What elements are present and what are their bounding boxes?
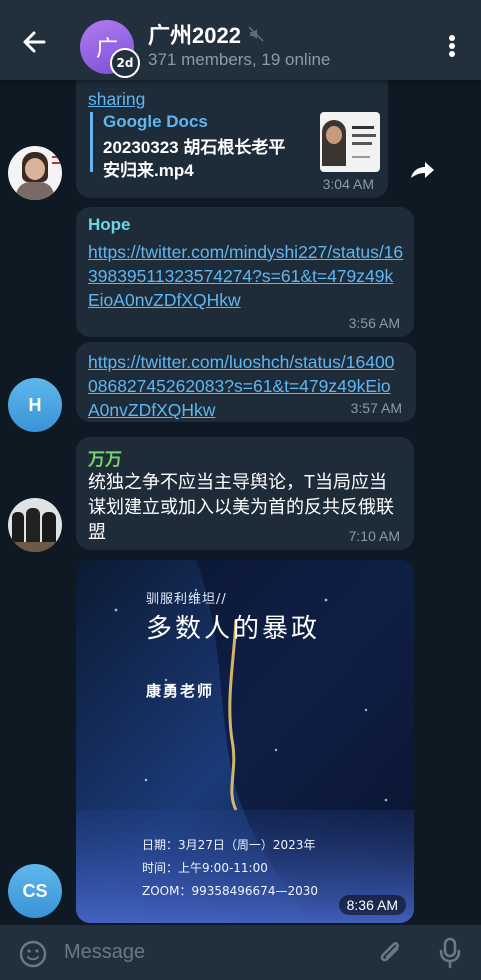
message-link[interactable]: https://twitter.com/mindyshi227/status/1… <box>88 240 404 312</box>
chat-title[interactable]: 广州2022 <box>148 18 241 50</box>
back-arrow-icon[interactable] <box>16 24 52 60</box>
sender-avatar-photo[interactable] <box>8 146 62 200</box>
sender-avatar-photo[interactable] <box>8 498 62 552</box>
message-input[interactable]: Message <box>64 941 145 964</box>
message-link-tail[interactable]: sharing <box>88 87 145 111</box>
message-sender[interactable]: 万万 <box>88 445 122 470</box>
link-preview-title: 20230323 胡石根长老平安归来.mp4 <box>103 138 286 180</box>
poster-series: 驯服利维坦// <box>146 592 227 607</box>
chat-subtitle: 371 members, 19 online <box>148 50 331 69</box>
poster-zoom: ZOOM：99358496674—2030 <box>142 884 318 898</box>
poster-title: 多数人的暴政 <box>146 614 321 644</box>
message-bubble-gdocs[interactable]: sharing Google Docs 20230323 胡石根长老平安归来.m… <box>76 80 388 198</box>
message-sender[interactable]: Hope <box>88 215 131 235</box>
message-time: 7:10 AM <box>348 528 400 544</box>
sender-avatar-h[interactable]: H <box>8 378 62 432</box>
poster-time: 时间：上午9:00-11:00 <box>142 861 268 875</box>
message-list[interactable]: sharing Google Docs 20230323 胡石根长老平安归来.m… <box>0 80 481 925</box>
emoji-icon[interactable] <box>18 939 48 969</box>
message-image-poster[interactable]: 驯服利维坦// 多数人的暴政 康勇老师 日期：3月27日（周一）2023年 时间… <box>76 560 414 923</box>
muted-speaker-icon <box>248 26 264 42</box>
message-input-bar: Message <box>0 925 481 980</box>
message-time: 3:04 AM <box>322 176 374 192</box>
poster-date: 日期：3月27日（周一）2023年 <box>142 838 316 852</box>
share-forward-icon[interactable] <box>407 156 437 186</box>
message-bubble-hope[interactable]: Hope https://twitter.com/mindyshi227/sta… <box>76 207 414 337</box>
message-time: 3:57 AM <box>350 400 402 416</box>
attach-icon[interactable] <box>375 937 405 969</box>
link-preview-thumbnail <box>320 112 380 172</box>
message-time-badge: 8:36 AM <box>338 895 406 915</box>
sender-avatar-cs[interactable]: CS <box>8 864 62 918</box>
link-preview-site: Google Docs <box>103 112 208 131</box>
message-bubble-link[interactable]: https://twitter.com/luoshch/status/16400… <box>76 342 416 422</box>
microphone-icon[interactable] <box>436 936 464 970</box>
more-vertical-icon[interactable] <box>440 28 464 64</box>
poster-teacher: 康勇老师 <box>146 682 215 700</box>
story-badge: 2d <box>110 48 140 78</box>
link-preview[interactable]: Google Docs 20230323 胡石根长老平安归来.mp4 <box>90 112 380 180</box>
chat-header: 广 2d 广州2022 371 members, 19 online <box>0 0 481 80</box>
message-bubble-wanwan[interactable]: 万万 统独之争不应当主导舆论，T当局应当谋划建立或加入以美为首的反共反俄联盟 7… <box>76 437 414 550</box>
message-time: 3:56 AM <box>348 315 400 331</box>
